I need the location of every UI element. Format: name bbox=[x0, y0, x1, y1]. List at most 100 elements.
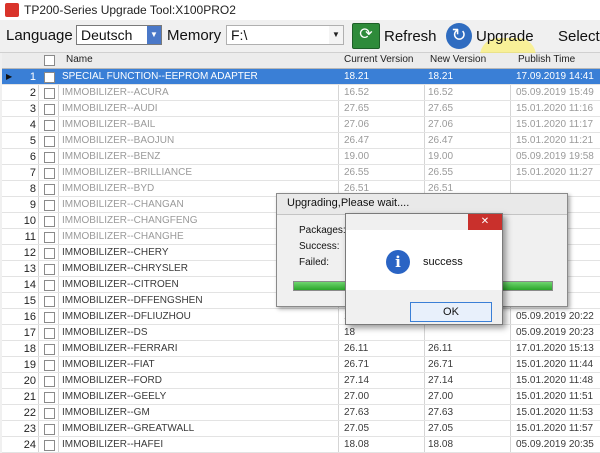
row-checkbox[interactable] bbox=[44, 344, 55, 355]
refresh-label: Refresh bbox=[384, 27, 437, 45]
table-row[interactable]: ▶ 1 SPECIAL FUNCTION--EEPROM ADAPTER 18.21 1… bbox=[2, 69, 600, 85]
memory-select[interactable]: F:\ ▼ bbox=[226, 25, 344, 45]
package-name: IMMOBILIZER--ACURA bbox=[62, 87, 169, 98]
new-version: 26.11 bbox=[428, 343, 453, 354]
table-row[interactable]: 3 IMMOBILIZER--AUDI 27.65 27.65 15.01.2020 1… bbox=[2, 101, 600, 117]
row-checkbox[interactable] bbox=[44, 280, 55, 291]
row-number: 9 bbox=[29, 199, 36, 211]
row-number: 12 bbox=[23, 247, 36, 259]
package-name: IMMOBILIZER--BAIL bbox=[62, 119, 156, 130]
header-name[interactable]: Name bbox=[66, 54, 93, 65]
header-new-version[interactable]: New Version bbox=[430, 54, 486, 65]
row-checkbox[interactable] bbox=[44, 136, 55, 147]
row-checkbox[interactable] bbox=[44, 328, 55, 339]
row-checkbox[interactable] bbox=[44, 392, 55, 403]
memory-label: Memory bbox=[167, 27, 222, 44]
table-row[interactable]: 2 IMMOBILIZER--ACURA 16.52 16.52 05.09.2019 … bbox=[2, 85, 600, 101]
row-checkbox[interactable] bbox=[44, 424, 55, 435]
chevron-down-icon[interactable]: ▼ bbox=[147, 26, 161, 44]
refresh-button[interactable]: ⟳ Refresh bbox=[352, 22, 437, 50]
table-row[interactable]: 16IMMOBILIZER--DFLIUZHOU1805.09.2019 20:… bbox=[2, 309, 600, 325]
publish-time: 17.09.2019 14:41 bbox=[516, 71, 594, 82]
packages-label: Packages: bbox=[299, 225, 346, 236]
new-version: 27.14 bbox=[428, 375, 454, 386]
row-checkbox[interactable] bbox=[44, 232, 55, 243]
row-number: 17 bbox=[23, 327, 36, 339]
message-box-titlebar: ✕ bbox=[346, 214, 502, 230]
current-version: 27.00 bbox=[344, 391, 370, 402]
table-row[interactable]: 5 IMMOBILIZER--BAOJUN 26.47 26.47 15.01.2020… bbox=[2, 133, 600, 149]
table-row[interactable]: 21 IMMOBILIZER--GEELY 27.00 27.00 15.01.2020… bbox=[2, 389, 600, 405]
package-name: SPECIAL FUNCTION--EEPROM ADAPTER bbox=[62, 71, 258, 82]
row-checkbox[interactable] bbox=[44, 248, 55, 259]
ok-button[interactable]: OK bbox=[410, 302, 492, 322]
header-publish-time[interactable]: Publish Time bbox=[518, 54, 575, 65]
row-checkbox[interactable] bbox=[44, 440, 55, 451]
language-select[interactable]: Deutsch ▼ bbox=[76, 25, 162, 45]
header-current-version[interactable]: Current Version bbox=[344, 54, 413, 65]
row-checkbox[interactable] bbox=[44, 168, 55, 179]
row-checkbox[interactable] bbox=[44, 72, 55, 83]
table-row[interactable]: 6 IMMOBILIZER--BENZ 19.00 19.00 05.09.2019 1… bbox=[2, 149, 600, 165]
package-name: IMMOBILIZER--BAOJUN bbox=[62, 135, 175, 146]
table-row[interactable]: 22 IMMOBILIZER--GM 27.63 27.63 15.01.2020 11… bbox=[2, 405, 600, 421]
row-checkbox[interactable] bbox=[44, 104, 55, 115]
table-row[interactable]: 19 IMMOBILIZER--FIAT 26.71 26.71 15.01.2020 … bbox=[2, 357, 600, 373]
close-icon[interactable]: ✕ bbox=[468, 214, 502, 230]
row-checkbox[interactable] bbox=[44, 152, 55, 163]
message-box: ✕ i success OK bbox=[345, 213, 503, 325]
current-version: 26.55 bbox=[344, 167, 370, 178]
new-version: 27.00 bbox=[428, 391, 454, 402]
title-bar: TP200-Series Upgrade Tool:X100PRO2 bbox=[0, 0, 600, 21]
new-version: 18.21 bbox=[428, 71, 454, 82]
row-checkbox[interactable] bbox=[44, 376, 55, 387]
table-row[interactable]: 17 IMMOBILIZER--DS 18 05.09.2019 20:23 bbox=[2, 325, 600, 341]
package-name: IMMOBILIZER--GM bbox=[62, 407, 150, 418]
row-checkbox[interactable] bbox=[44, 88, 55, 99]
upgrade-button[interactable]: ↻ Upgrade bbox=[446, 22, 534, 50]
row-number: 15 bbox=[23, 295, 36, 307]
current-version: 27.14 bbox=[344, 375, 370, 386]
row-checkbox[interactable] bbox=[44, 120, 55, 131]
row-number: 5 bbox=[29, 135, 36, 147]
message-text: success bbox=[423, 256, 463, 268]
publish-time: 05.09.2019 15:49 bbox=[516, 87, 594, 98]
row-number: 21 bbox=[23, 391, 36, 403]
current-version: 16.52 bbox=[344, 87, 370, 98]
table-row[interactable]: 4 IMMOBILIZER--BAIL 27.06 27.06 15.01.2020 1… bbox=[2, 117, 600, 133]
table-row[interactable]: 18 IMMOBILIZER--FERRARI 26.11 26.11 17.01.20… bbox=[2, 341, 600, 357]
current-version: 18 bbox=[344, 327, 356, 338]
table-row[interactable]: 7 IMMOBILIZER--BRILLIANCE 26.55 26.55 15.01.… bbox=[2, 165, 600, 181]
select-all-checkbox[interactable] bbox=[44, 55, 55, 66]
new-version: 16.52 bbox=[428, 87, 454, 98]
progress-dialog-titlebar: Upgrading,Please wait.... bbox=[277, 194, 567, 215]
package-name: IMMOBILIZER--FERRARI bbox=[62, 343, 178, 354]
publish-time: 05.09.2019 20:35 bbox=[516, 439, 594, 450]
row-checkbox[interactable] bbox=[44, 360, 55, 371]
publish-time: 15.01.2020 11:21 bbox=[516, 135, 594, 146]
row-number: 7 bbox=[29, 167, 36, 179]
row-number: 22 bbox=[23, 407, 36, 419]
current-version: 27.05 bbox=[344, 423, 370, 434]
row-checkbox[interactable] bbox=[44, 200, 55, 211]
table-row[interactable]: 23 IMMOBILIZER--GREATWALL 27.05 27.05 15.01.… bbox=[2, 421, 600, 437]
new-version: 27.05 bbox=[428, 423, 454, 434]
refresh-icon: ⟳ bbox=[352, 23, 380, 49]
row-number: 8 bbox=[29, 183, 36, 195]
select-button[interactable]: Select bbox=[554, 22, 600, 50]
chevron-down-icon[interactable]: ▼ bbox=[329, 26, 343, 44]
language-value: Deutsch bbox=[81, 27, 133, 43]
row-number: 24 bbox=[23, 439, 36, 451]
package-name: IMMOBILIZER--BRILLIANCE bbox=[62, 167, 193, 178]
row-checkbox[interactable] bbox=[44, 184, 55, 195]
row-checkbox[interactable] bbox=[44, 408, 55, 419]
current-version: 26.47 bbox=[344, 135, 370, 146]
package-name: IMMOBILIZER--FORD bbox=[62, 375, 162, 386]
table-row[interactable]: 24 IMMOBILIZER--HAFEI 18.08 18.08 05.09.2019… bbox=[2, 437, 600, 453]
package-name: IMMOBILIZER--GEELY bbox=[62, 391, 167, 402]
table-row[interactable]: 20 IMMOBILIZER--FORD 27.14 27.14 15.01.2020 … bbox=[2, 373, 600, 389]
row-checkbox[interactable] bbox=[44, 216, 55, 227]
row-checkbox[interactable] bbox=[44, 312, 55, 323]
row-checkbox[interactable] bbox=[44, 296, 55, 307]
row-checkbox[interactable] bbox=[44, 264, 55, 275]
